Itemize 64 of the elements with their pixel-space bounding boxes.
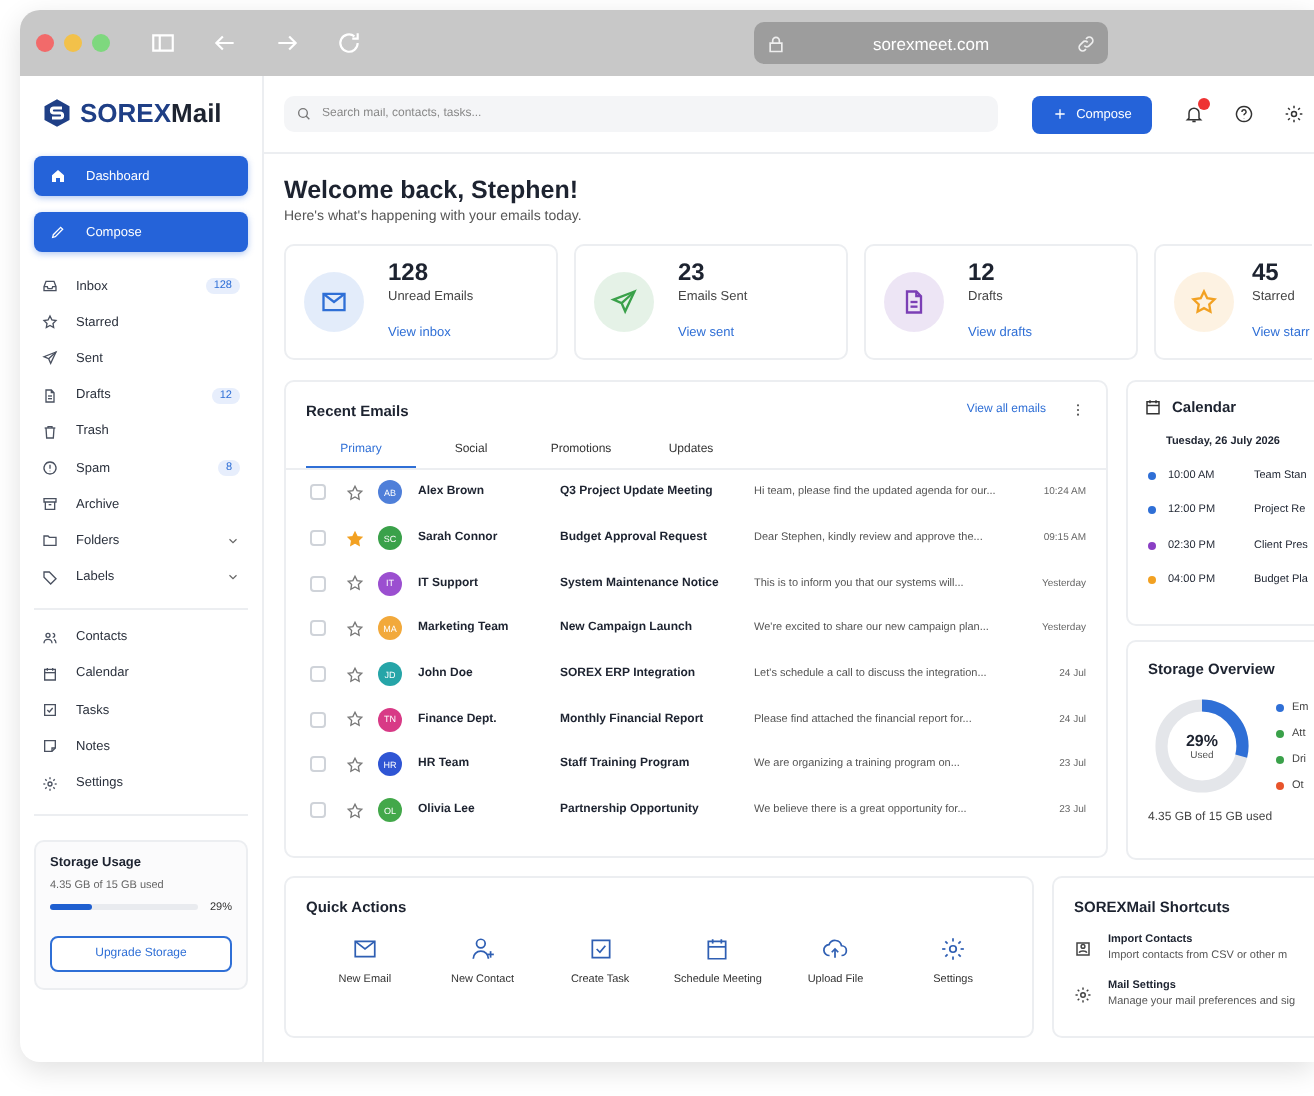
trash-icon xyxy=(42,423,58,440)
row-checkbox[interactable] xyxy=(310,711,326,728)
star-icon[interactable] xyxy=(346,529,364,548)
row-checkbox[interactable] xyxy=(310,530,326,547)
note-icon xyxy=(42,738,58,755)
tag-icon xyxy=(42,569,58,586)
settings-icon[interactable] xyxy=(940,936,967,962)
contacts-icon xyxy=(42,629,58,646)
alert-icon xyxy=(42,460,58,477)
checkbox-icon[interactable] xyxy=(587,936,614,962)
stat-value: 12 xyxy=(968,258,997,286)
calendar-icon xyxy=(1144,398,1162,416)
star-icon[interactable] xyxy=(346,483,364,502)
document-icon xyxy=(900,288,928,316)
row-checkbox[interactable] xyxy=(310,802,326,819)
row-checkbox[interactable] xyxy=(310,575,326,592)
upload-icon[interactable] xyxy=(822,936,849,962)
settings-icon[interactable] xyxy=(1284,104,1304,124)
send-icon xyxy=(610,288,638,316)
star-icon[interactable] xyxy=(346,755,364,774)
star-icon[interactable] xyxy=(346,574,364,593)
sidebar-toggle-icon[interactable] xyxy=(150,30,176,56)
chevron-down-icon[interactable] xyxy=(226,570,240,585)
link-icon[interactable] xyxy=(1076,33,1096,53)
calendar-icon[interactable] xyxy=(704,936,731,962)
star-icon xyxy=(1190,288,1218,316)
search-icon xyxy=(296,106,312,122)
donut-percent: 29% xyxy=(1185,731,1218,749)
url-text: sorexmeet.com xyxy=(870,33,992,53)
archive-icon xyxy=(42,496,58,513)
star-icon[interactable] xyxy=(346,665,364,684)
mail-icon xyxy=(320,288,348,316)
app-logo-text: SOREXMail xyxy=(80,97,222,127)
send-icon xyxy=(42,350,58,367)
row-checkbox[interactable] xyxy=(310,756,326,773)
notification-dot xyxy=(1198,98,1210,110)
calendar-icon xyxy=(42,665,58,682)
row-checkbox[interactable] xyxy=(310,666,326,683)
row-checkbox[interactable] xyxy=(310,484,326,501)
document-icon xyxy=(42,387,58,404)
star-icon[interactable] xyxy=(346,619,364,638)
star-icon[interactable] xyxy=(346,710,364,729)
add-user-icon[interactable] xyxy=(469,936,496,962)
settings-icon xyxy=(42,775,58,792)
notifications-icon[interactable] xyxy=(1184,104,1204,124)
mail-icon[interactable] xyxy=(351,936,378,962)
logo-icon xyxy=(42,97,72,127)
lock-icon xyxy=(766,33,786,53)
checkbox-icon xyxy=(42,702,58,719)
help-icon[interactable] xyxy=(1234,104,1254,124)
stat-value: 23 xyxy=(678,258,707,286)
stat-value: 128 xyxy=(388,258,431,286)
star-icon xyxy=(42,314,58,331)
pencil-icon xyxy=(50,224,66,240)
row-checkbox[interactable] xyxy=(310,620,326,637)
star-icon[interactable] xyxy=(346,801,364,820)
home-icon xyxy=(50,168,66,184)
plus-icon xyxy=(1052,106,1069,122)
welcome-heading: Welcome back, Stephen! xyxy=(284,176,581,204)
inbox-icon xyxy=(42,278,58,295)
folder-icon xyxy=(42,532,58,549)
chevron-down-icon[interactable] xyxy=(226,533,240,548)
contact-card-icon[interactable] xyxy=(1074,939,1092,957)
stat-value: 45 xyxy=(1252,258,1281,286)
